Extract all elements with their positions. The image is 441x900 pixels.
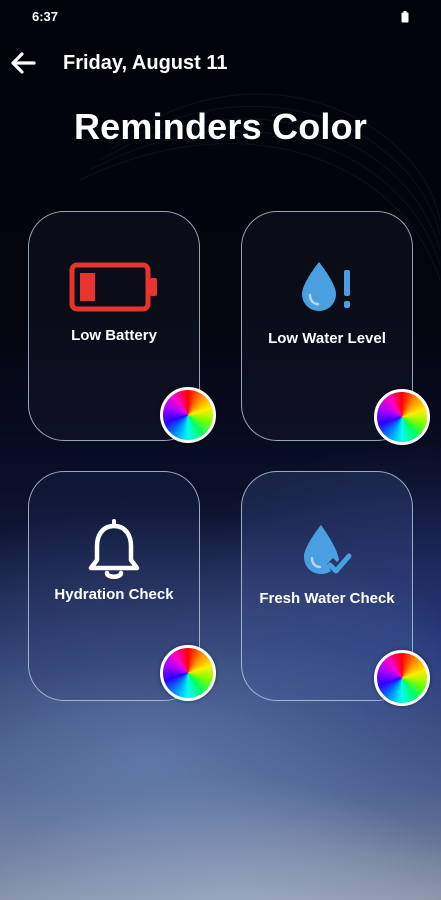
status-time: 6:37: [32, 9, 59, 24]
card-label: Hydration Check: [54, 586, 174, 603]
card-label: Low Water Level: [268, 330, 386, 347]
color-wheel-icon[interactable]: [160, 645, 216, 701]
color-wheel-icon[interactable]: [160, 387, 216, 443]
low-battery-icon: [29, 262, 199, 312]
back-button[interactable]: [6, 46, 40, 80]
app-bar: Friday, August 11: [0, 40, 441, 86]
card-label: Low Battery: [71, 327, 157, 344]
page-title: Reminders Color: [73, 106, 368, 147]
color-wheel-icon[interactable]: [374, 389, 430, 445]
water-drop-check-icon: [242, 522, 412, 578]
color-wheel-icon[interactable]: [374, 650, 430, 706]
card-label: Fresh Water Check: [259, 590, 395, 607]
status-bar: 6:37: [0, 0, 441, 34]
battery-status-icon: [401, 11, 409, 23]
water-drop-alert-icon: [242, 258, 412, 314]
bell-icon: [29, 518, 199, 582]
date-label: Friday, August 11: [63, 52, 228, 74]
arrow-left-icon: [11, 52, 36, 74]
